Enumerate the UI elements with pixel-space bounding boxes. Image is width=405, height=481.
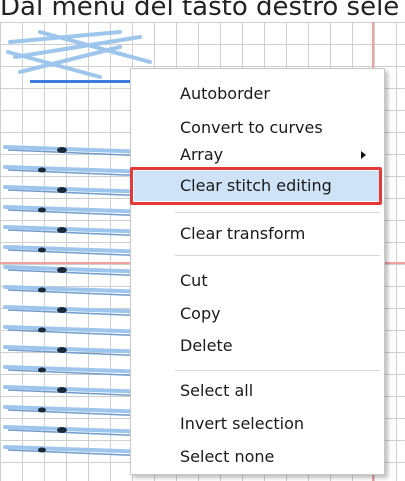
menu-item-label: Delete (180, 336, 233, 355)
menu-item-select-none[interactable]: Select none (131, 441, 384, 473)
submenu-arrow-icon (361, 151, 366, 159)
caption-text: Dal menù del tasto destro sele (0, 0, 400, 22)
menu-item-delete[interactable]: Delete (131, 330, 384, 362)
menu-item-label: Cut (180, 271, 208, 290)
menu-item-label: Invert selection (180, 414, 305, 433)
context-menu: Autoborder Convert to curves Array Clear… (130, 68, 385, 475)
menu-item-label: Clear transform (180, 224, 306, 243)
selection-line (30, 80, 130, 83)
menu-item-label: Select none (180, 447, 275, 466)
menu-item-label: Select all (180, 381, 254, 400)
menu-item-label: Copy (180, 304, 221, 323)
menu-separator (175, 370, 380, 371)
highlight-callout-box (130, 167, 382, 205)
menu-item-label: Autoborder (180, 84, 270, 103)
menu-item-copy[interactable]: Copy (131, 298, 384, 330)
menu-separator (175, 212, 380, 213)
menu-item-invert-selection[interactable]: Invert selection (131, 408, 384, 440)
menu-item-autoborder[interactable]: Autoborder (131, 78, 384, 110)
menu-item-cut[interactable]: Cut (131, 265, 384, 297)
menu-item-clear-transform[interactable]: Clear transform (131, 218, 384, 250)
menu-separator (175, 255, 380, 256)
menu-item-select-all[interactable]: Select all (131, 375, 384, 407)
